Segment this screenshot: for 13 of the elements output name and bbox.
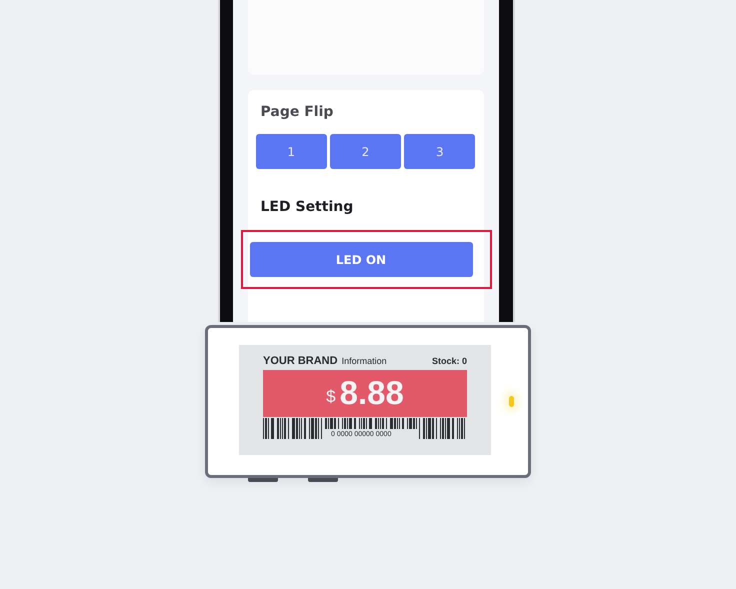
device-foot — [248, 478, 278, 482]
currency-symbol: $ — [326, 387, 336, 407]
info-label: Information — [342, 356, 387, 366]
page-button[interactable]: 3 — [404, 134, 476, 169]
page-button[interactable]: 1 — [256, 134, 327, 169]
stock-label: Stock: 0 — [432, 356, 467, 366]
device-foot — [308, 478, 338, 482]
brand-name: YOUR BRAND — [263, 354, 338, 366]
page-button[interactable]: 2 — [330, 134, 402, 169]
price: 8.88 — [340, 374, 404, 412]
section-title: LED Setting — [260, 199, 354, 215]
led-on-button[interactable]: LED ON — [250, 242, 472, 277]
section-title: Page Flip — [260, 104, 334, 120]
